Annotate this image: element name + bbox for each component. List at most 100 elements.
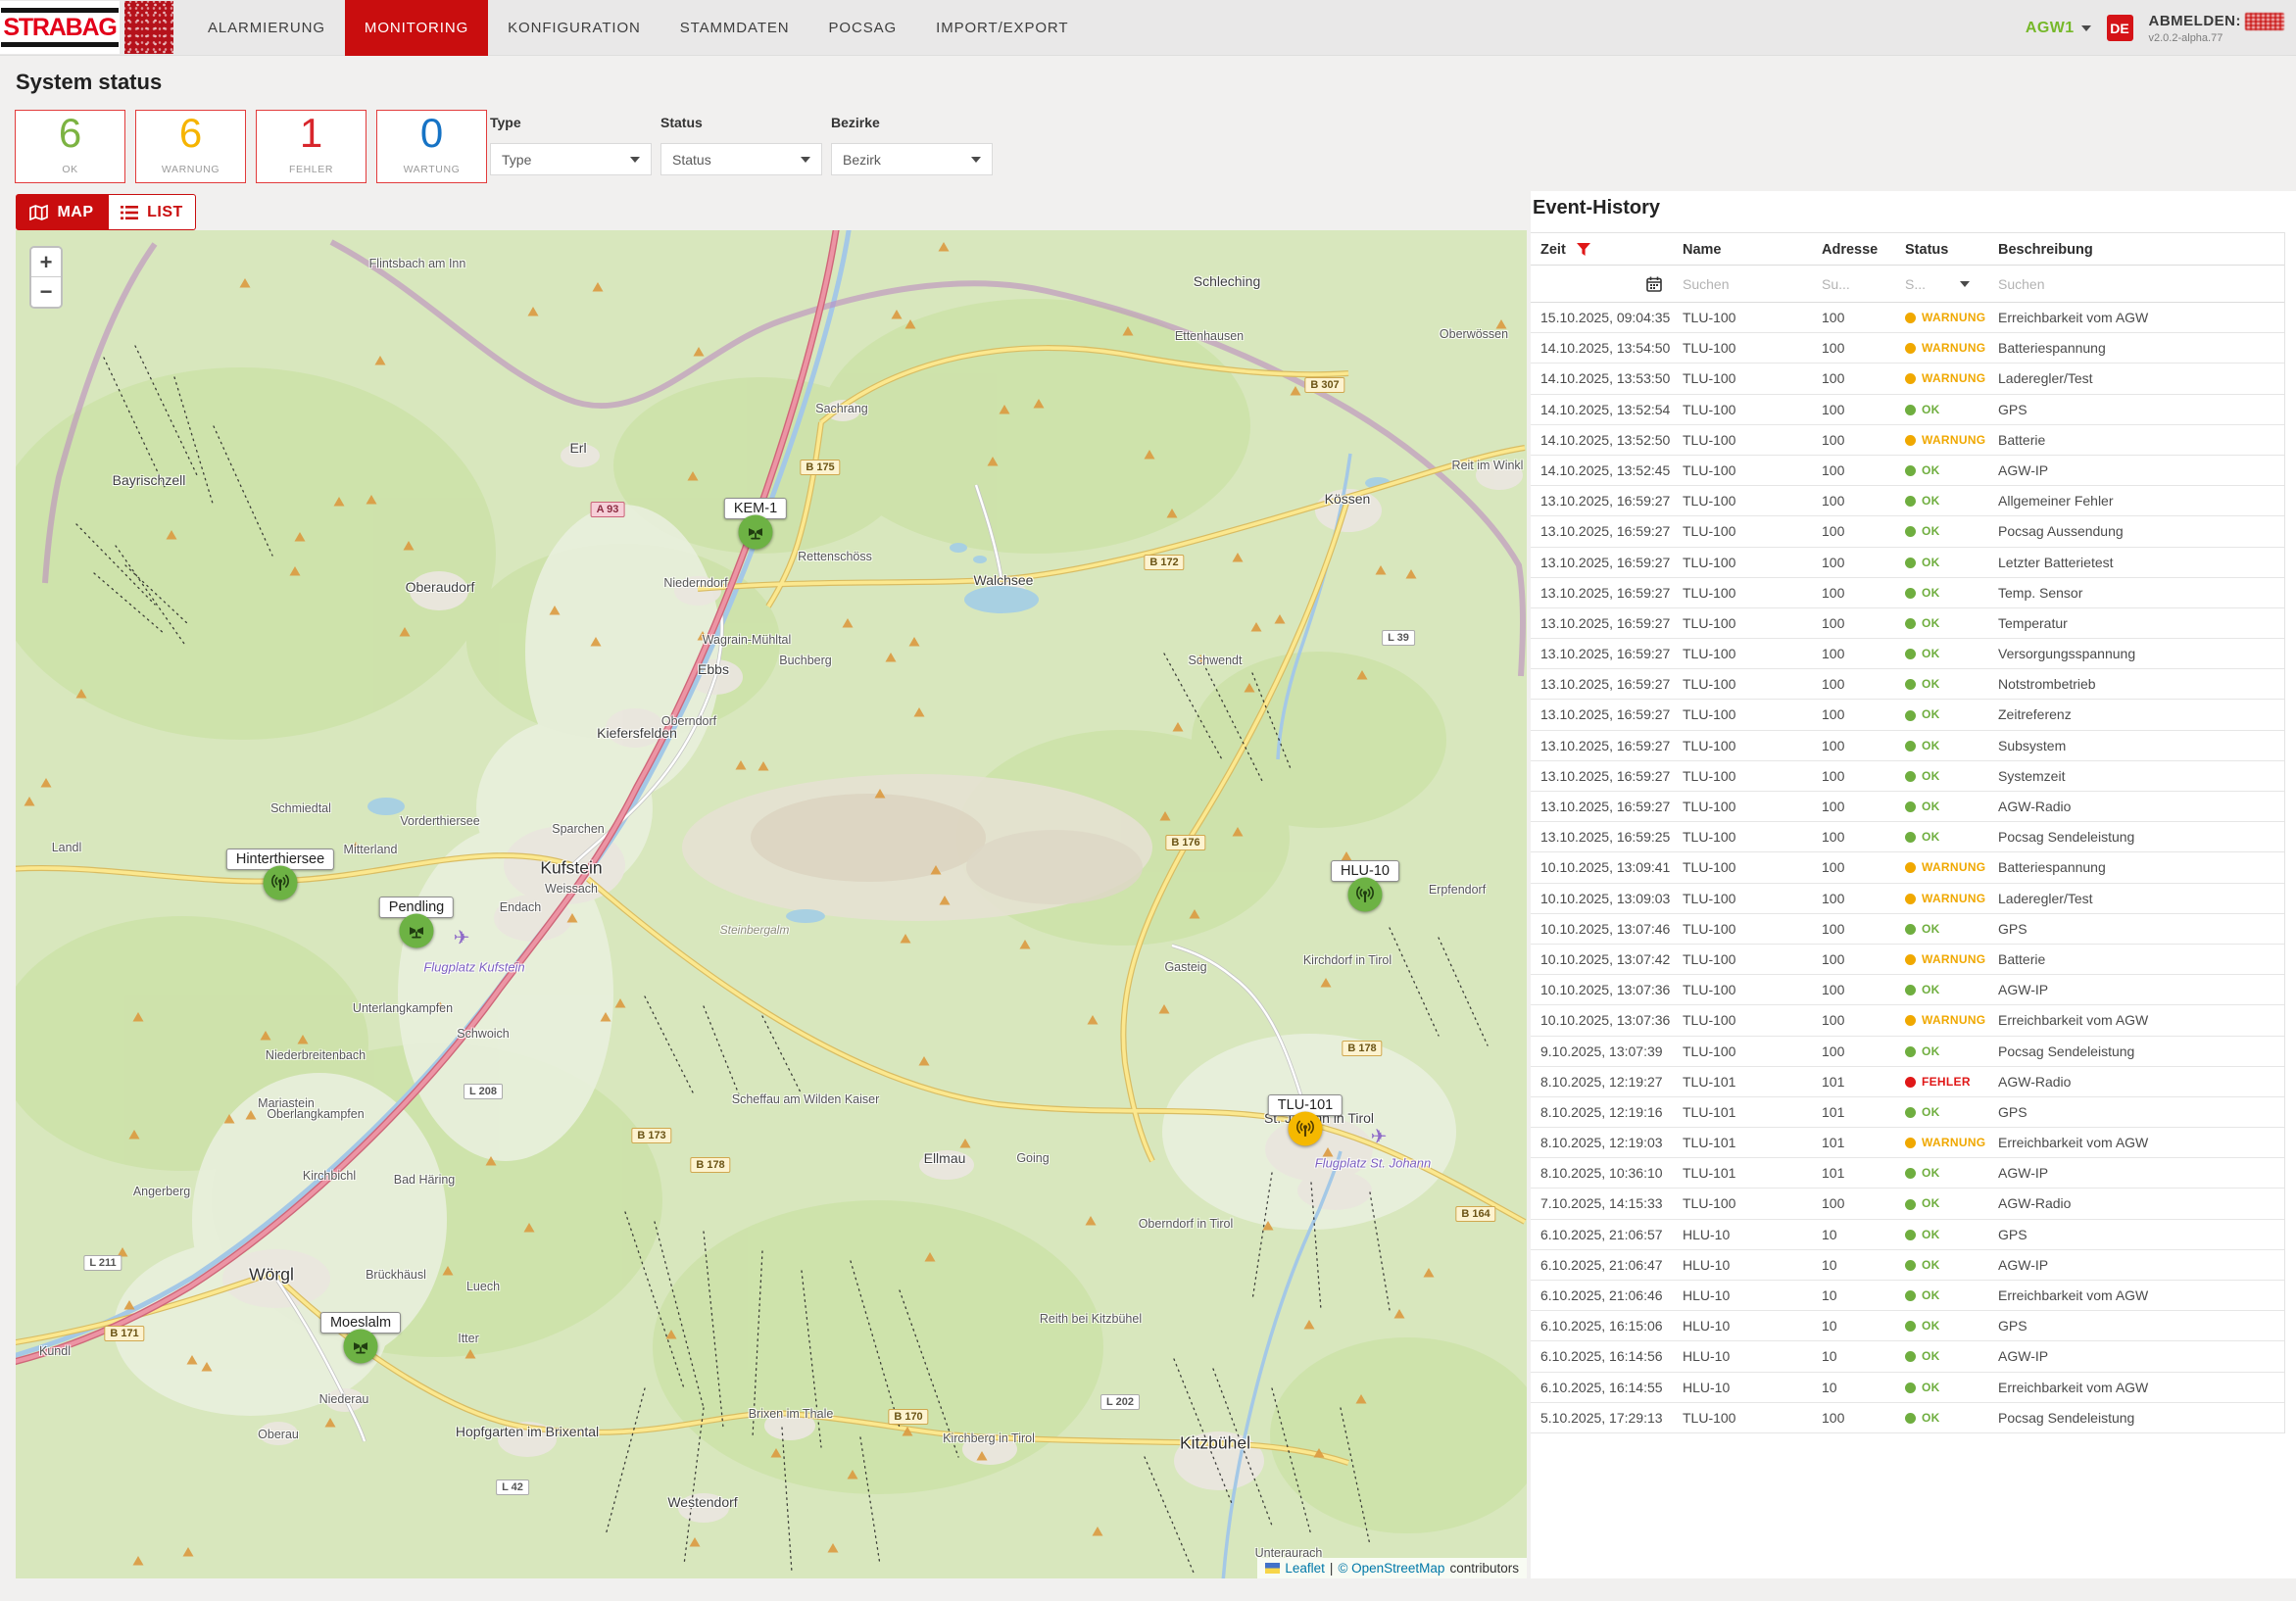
table-row[interactable]: 10.10.2025, 13:09:03 TLU-100 100 WARNUNG…: [1531, 884, 2284, 914]
agw-selector[interactable]: AGW1: [2026, 20, 2091, 37]
filter-funnel-icon[interactable]: [1577, 243, 1590, 256]
status-card[interactable]: 1 FEHLER: [256, 110, 366, 183]
cell-adresse: 100: [1822, 548, 1902, 578]
map-view-button[interactable]: MAP: [16, 194, 108, 230]
cell-zeit: 8.10.2025, 12:19:03: [1540, 1128, 1680, 1158]
beschreibung-filter-input[interactable]: [1998, 276, 2174, 292]
table-row[interactable]: 13.10.2025, 16:59:27 TLU-100 100 OK Pocs…: [1531, 516, 2284, 547]
table-row[interactable]: 6.10.2025, 21:06:47 HLU-10 10 OK AGW-IP: [1531, 1250, 2284, 1281]
siren-icon[interactable]: [400, 914, 434, 948]
cell-beschreibung: AGW-IP: [1998, 1341, 2280, 1372]
table-row[interactable]: 6.10.2025, 16:15:06 HLU-10 10 OK GPS: [1531, 1311, 2284, 1341]
table-row[interactable]: 14.10.2025, 13:52:50 TLU-100 100 WARNUNG…: [1531, 425, 2284, 456]
cell-beschreibung: Laderegler/Test: [1998, 364, 2280, 394]
adresse-filter-input[interactable]: [1822, 276, 1890, 292]
cell-adresse: 101: [1822, 1067, 1902, 1097]
name-filter-input[interactable]: [1683, 276, 1810, 292]
siren-icon[interactable]: [344, 1330, 378, 1364]
column-header-adresse[interactable]: Adresse: [1822, 233, 1878, 267]
table-row[interactable]: 13.10.2025, 16:59:27 TLU-100 100 OK Nots…: [1531, 669, 2284, 700]
table-row[interactable]: 13.10.2025, 16:59:27 TLU-100 100 OK Temp…: [1531, 578, 2284, 608]
status-card[interactable]: 0 WARTUNG: [376, 110, 487, 183]
antenna-icon[interactable]: [1289, 1112, 1323, 1146]
table-row[interactable]: 14.10.2025, 13:54:50 TLU-100 100 WARNUNG…: [1531, 333, 2284, 364]
cell-beschreibung: Pocsag Sendeleistung: [1998, 822, 2280, 852]
table-row[interactable]: 6.10.2025, 21:06:57 HLU-10 10 OK GPS: [1531, 1220, 2284, 1250]
cell-beschreibung: Batterie: [1998, 945, 2280, 975]
leaflet-map[interactable]: Flintsbach am InnSchlechingEttenhausenOb…: [16, 230, 1527, 1578]
column-header-status[interactable]: Status: [1905, 233, 1948, 267]
logout-button[interactable]: ABMELDEN:: [2149, 13, 2242, 29]
filter-select[interactable]: Type: [490, 143, 652, 175]
table-row[interactable]: 8.10.2025, 12:19:27 TLU-101 101 FEHLER A…: [1531, 1067, 2284, 1097]
leaflet-link[interactable]: Leaflet: [1285, 1561, 1325, 1576]
osm-link[interactable]: © OpenStreetMap: [1338, 1561, 1444, 1576]
cell-zeit: 13.10.2025, 16:59:27: [1540, 792, 1680, 822]
zoom-in-button[interactable]: +: [31, 248, 61, 277]
nav-item[interactable]: POCSAG: [809, 0, 917, 56]
antenna-icon[interactable]: [1348, 878, 1383, 912]
status-badge: OK: [1905, 1311, 1996, 1341]
siren-icon[interactable]: [739, 515, 773, 550]
list-view-button[interactable]: LIST: [108, 194, 196, 230]
status-badge: OK: [1905, 1158, 1996, 1189]
cell-adresse: 10: [1822, 1341, 1902, 1372]
table-row[interactable]: 13.10.2025, 16:59:27 TLU-100 100 OK Vers…: [1531, 639, 2284, 669]
nav-item[interactable]: ALARMIERUNG: [188, 0, 345, 56]
table-row[interactable]: 13.10.2025, 16:59:27 TLU-100 100 OK Temp…: [1531, 608, 2284, 639]
calendar-icon[interactable]: [1646, 276, 1662, 292]
nav-item[interactable]: IMPORT/EXPORT: [916, 0, 1088, 56]
nav-item[interactable]: KONFIGURATION: [488, 0, 660, 56]
status-badge: WARNUNG: [1905, 333, 1996, 364]
table-row[interactable]: 14.10.2025, 13:52:54 TLU-100 100 OK GPS: [1531, 395, 2284, 425]
filter-select[interactable]: Status: [660, 143, 822, 175]
table-row[interactable]: 8.10.2025, 12:19:16 TLU-101 101 OK GPS: [1531, 1097, 2284, 1128]
table-row[interactable]: 15.10.2025, 09:04:35 TLU-100 100 WARNUNG…: [1531, 303, 2284, 333]
nav-item[interactable]: MONITORING: [345, 0, 488, 56]
zoom-out-button[interactable]: −: [31, 277, 61, 307]
table-row[interactable]: 8.10.2025, 10:36:10 TLU-101 101 OK AGW-I…: [1531, 1158, 2284, 1189]
table-row[interactable]: 13.10.2025, 16:59:27 TLU-100 100 OK Zeit…: [1531, 700, 2284, 730]
column-header-zeit[interactable]: Zeit: [1540, 233, 1566, 267]
status-dot-icon: [1905, 558, 1916, 568]
table-row[interactable]: 14.10.2025, 13:52:45 TLU-100 100 OK AGW-…: [1531, 456, 2284, 486]
column-header-beschreibung[interactable]: Beschreibung: [1998, 233, 2093, 267]
table-row[interactable]: 6.10.2025, 16:14:55 HLU-10 10 OK Erreich…: [1531, 1373, 2284, 1403]
status-card[interactable]: 6 OK: [15, 110, 125, 183]
table-row[interactable]: 13.10.2025, 16:59:27 TLU-100 100 OK Allg…: [1531, 486, 2284, 516]
table-row[interactable]: 13.10.2025, 16:59:27 TLU-100 100 OK AGW-…: [1531, 792, 2284, 822]
table-row[interactable]: 6.10.2025, 21:06:46 HLU-10 10 OK Erreich…: [1531, 1281, 2284, 1311]
table-row[interactable]: 7.10.2025, 14:15:33 TLU-100 100 OK AGW-R…: [1531, 1189, 2284, 1219]
table-row[interactable]: 9.10.2025, 13:07:39 TLU-100 100 OK Pocsa…: [1531, 1037, 2284, 1067]
status-badge: WARNUNG: [1905, 364, 1996, 394]
language-badge[interactable]: DE: [2107, 15, 2133, 41]
table-row[interactable]: 5.10.2025, 17:29:13 TLU-100 100 OK Pocsa…: [1531, 1403, 2284, 1433]
strabag-logo[interactable]: STRABAG: [0, 1, 120, 54]
table-row[interactable]: 10.10.2025, 13:09:41 TLU-100 100 WARNUNG…: [1531, 852, 2284, 883]
status-card[interactable]: 6 WARNUNG: [135, 110, 246, 183]
table-row[interactable]: 13.10.2025, 16:59:27 TLU-100 100 OK Syst…: [1531, 761, 2284, 792]
table-row[interactable]: 10.10.2025, 13:07:36 TLU-100 100 OK AGW-…: [1531, 975, 2284, 1005]
cell-zeit: 8.10.2025, 12:19:27: [1540, 1067, 1680, 1097]
status-filter-chevron-icon[interactable]: [1960, 281, 1970, 287]
nav-item[interactable]: STAMMDATEN: [660, 0, 809, 56]
antenna-icon[interactable]: [264, 866, 298, 900]
column-header-name[interactable]: Name: [1683, 233, 1722, 267]
table-row[interactable]: 13.10.2025, 16:59:27 TLU-100 100 OK Subs…: [1531, 731, 2284, 761]
table-row[interactable]: 13.10.2025, 16:59:27 TLU-100 100 OK Letz…: [1531, 548, 2284, 578]
filter-select[interactable]: Bezirk: [831, 143, 993, 175]
table-row[interactable]: 6.10.2025, 16:14:56 HLU-10 10 OK AGW-IP: [1531, 1341, 2284, 1372]
table-row[interactable]: 10.10.2025, 13:07:36 TLU-100 100 WARNUNG…: [1531, 1005, 2284, 1036]
main-nav: ALARMIERUNG MONITORING KONFIGURATION STA…: [188, 0, 1088, 56]
table-row[interactable]: 10.10.2025, 13:07:42 TLU-100 100 WARNUNG…: [1531, 945, 2284, 975]
status-filter-input[interactable]: [1905, 276, 1954, 292]
cell-name: HLU-10: [1683, 1373, 1818, 1403]
table-row[interactable]: 13.10.2025, 16:59:25 TLU-100 100 OK Pocs…: [1531, 822, 2284, 852]
filter-label: Status: [660, 115, 822, 130]
status-dot-icon: [1905, 405, 1916, 415]
attribution-separator: |: [1330, 1561, 1334, 1576]
table-row[interactable]: 10.10.2025, 13:07:46 TLU-100 100 OK GPS: [1531, 914, 2284, 945]
table-row[interactable]: 8.10.2025, 12:19:03 TLU-101 101 WARNUNG …: [1531, 1128, 2284, 1158]
cell-name: TLU-100: [1683, 822, 1818, 852]
table-row[interactable]: 14.10.2025, 13:53:50 TLU-100 100 WARNUNG…: [1531, 364, 2284, 394]
